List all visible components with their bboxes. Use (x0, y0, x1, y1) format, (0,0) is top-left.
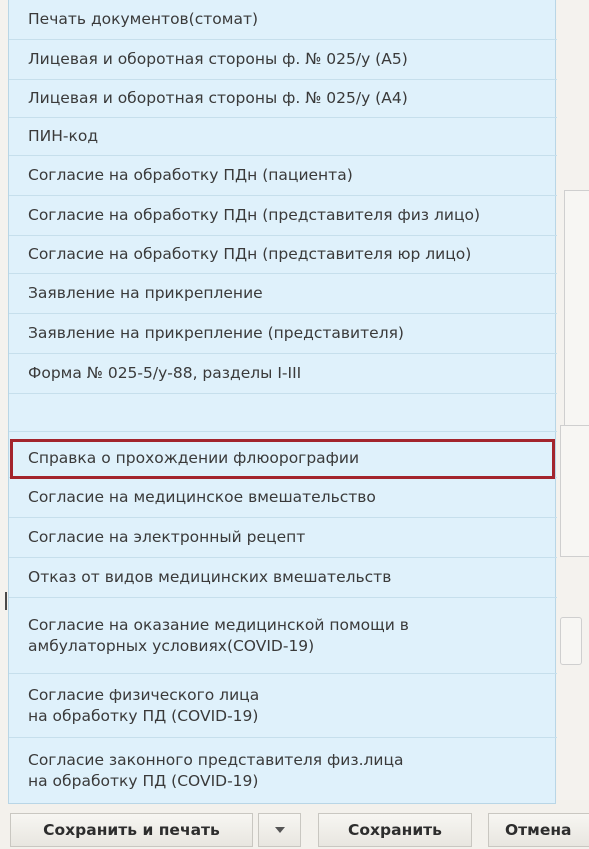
menu-item-label: Согласие физического лица на обработку П… (28, 685, 260, 725)
save-button[interactable]: Сохранить (318, 813, 472, 847)
menu-item-label: Печать документов(стомат) (28, 10, 259, 28)
menu-item-label: Согласие законного представителя физ.лиц… (28, 751, 404, 790)
menu-item-label: Согласие на обработку ПДн (пациента) (28, 166, 353, 184)
background-window-left-edge (0, 0, 8, 800)
save-and-print-dropdown-button[interactable] (258, 813, 301, 847)
background-divider (5, 592, 7, 610)
menu-item-label: Заявление на прикрепление (28, 284, 263, 302)
menu-item-form-025-a4[interactable]: Лицевая и оборотная стороны ф. № 025/у (… (9, 80, 557, 118)
menu-item-individual-pd-consent-covid[interactable]: Согласие физического лица на обработку П… (9, 674, 557, 738)
menu-item-label: Согласие на медицинское вмешательство (28, 488, 376, 506)
menu-item-attachment-application[interactable]: Заявление на прикрепление (9, 274, 557, 314)
background-input-frame (560, 617, 582, 665)
menu-item-label: Форма № 025-5/у-88, разделы I-III (28, 364, 302, 382)
menu-item-consent-pd-individual-rep[interactable]: Согласие на обработку ПДн (представителя… (9, 196, 557, 236)
menu-item-fluorography-certificate[interactable]: Справка о прохождении флюорографии (9, 440, 557, 478)
bottom-toolbar: Сохранить и печать Сохранить Отмена (0, 804, 589, 849)
menu-item-spacer (9, 394, 557, 432)
menu-item-consent-pd-legal-rep[interactable]: Согласие на обработку ПДн (представителя… (9, 236, 557, 274)
background-field-frame (560, 425, 589, 557)
menu-item-consent-pd-patient[interactable]: Согласие на обработку ПДн (пациента) (9, 156, 557, 196)
menu-item-form-025-a5[interactable]: Лицевая и оборотная стороны ф. № 025/у (… (9, 40, 557, 80)
menu-item-label: Согласие на обработку ПДн (представителя… (28, 206, 481, 224)
menu-item-label: Справка о прохождении флюорографии (28, 449, 360, 467)
menu-item-label: Заявление на прикрепление (представителя… (28, 324, 404, 342)
menu-item-label: Лицевая и оборотная стороны ф. № 025/у (… (28, 50, 408, 68)
menu-item-print-dental-documents[interactable]: Печать документов(стомат) (9, 0, 557, 40)
menu-item-label: Отказ от видов медицинских вмешательств (28, 568, 392, 586)
menu-item-form-025-5[interactable]: Форма № 025-5/у-88, разделы I-III (9, 354, 557, 394)
menu-item-label: Лицевая и оборотная стороны ф. № 025/у (… (28, 89, 408, 107)
print-documents-menu: Печать документов(стомат) Лицевая и обор… (8, 0, 557, 804)
chevron-down-icon (274, 827, 285, 833)
menu-item-e-prescription-consent[interactable]: Согласие на электронный рецепт (9, 518, 557, 558)
menu-item-attachment-application-rep[interactable]: Заявление на прикрепление (представителя… (9, 314, 557, 354)
menu-item-intervention-refusal[interactable]: Отказ от видов медицинских вмешательств (9, 558, 557, 598)
menu-item-legal-rep-pd-consent-covid[interactable]: Согласие законного представителя физ.лиц… (9, 738, 557, 804)
menu-item-label: Согласие на электронный рецепт (28, 528, 306, 546)
cancel-button[interactable]: Отмена (488, 813, 589, 847)
app-window: Печать документов(стомат) Лицевая и обор… (0, 0, 589, 849)
menu-item-medical-intervention-consent[interactable]: Согласие на медицинское вмешательство (9, 478, 557, 518)
menu-item-pin-code[interactable]: ПИН-код (9, 118, 557, 156)
menu-item-label: Согласие на обработку ПДн (представителя… (28, 245, 472, 263)
menu-item-label: Согласие на оказание медицинской помощи … (28, 615, 409, 655)
menu-item-outpatient-care-consent-covid[interactable]: Согласие на оказание медицинской помощи … (9, 598, 557, 674)
save-and-print-button[interactable]: Сохранить и печать (10, 813, 253, 847)
background-field-frame (564, 190, 589, 442)
menu-item-label: ПИН-код (28, 127, 99, 145)
